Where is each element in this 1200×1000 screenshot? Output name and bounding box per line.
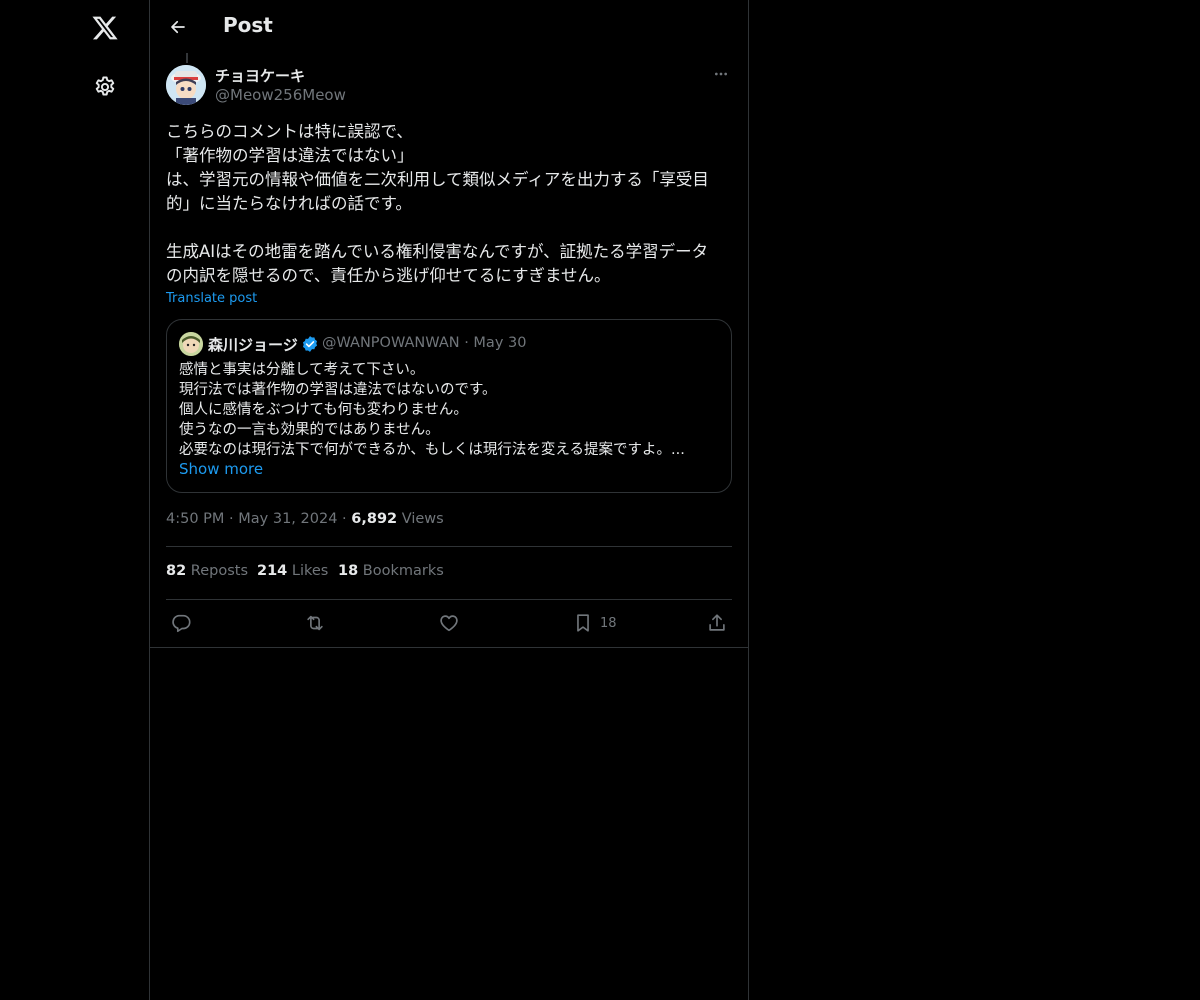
repost-icon — [307, 615, 323, 631]
author-handle[interactable]: @Meow256Meow — [215, 86, 346, 104]
quote-author-handle: @WANPOWANWAN — [322, 335, 460, 351]
avatar[interactable] — [166, 65, 206, 105]
share-icon — [709, 614, 725, 631]
bookmarks-stat[interactable]: 18 Bookmarks — [338, 563, 444, 579]
bookmarks-count: 18 — [338, 563, 359, 579]
x-logo-icon[interactable] — [81, 4, 129, 52]
likes-count: 214 — [257, 563, 288, 579]
quoted-post[interactable]: 森川ジョージ @WANPOWANWAN · May 30 感情と事実は分離して考… — [166, 319, 732, 493]
share-button[interactable] — [706, 610, 728, 636]
quote-text-line: 個人に感情をぶつけても何も変わりません。 — [179, 402, 468, 418]
bookmark-icon — [577, 614, 589, 632]
likes-stat[interactable]: 214 Likes — [257, 563, 328, 579]
reply-icon — [172, 614, 191, 633]
bookmarks-label: Bookmarks — [362, 563, 444, 579]
quote-text-line: 感情と事実は分離して考えて下さい。 — [179, 362, 425, 378]
views-label: Views — [401, 511, 444, 527]
bookmark-count: 18 — [600, 615, 617, 631]
post-text-line: の内訳を隠せるので、責任から逃げ仰せてるにすぎません。 — [166, 266, 611, 285]
reposts-count: 82 — [166, 563, 187, 579]
app-root: Post チョヨケーキ @Meow256Meow こちらのコメントは特に誤認で、… — [0, 0, 1200, 1000]
post-text-line: は、学習元の情報や価値を二次利用して類似メディアを出力する「享受目 — [166, 170, 709, 189]
page-title: Post — [223, 13, 273, 37]
quote-text-line: 使うなの一言も効果的ではありません。 — [179, 422, 440, 438]
post-text-line: 的」に当たらなければの話です。 — [166, 194, 412, 213]
translate-post-link[interactable]: Translate post — [166, 291, 257, 306]
gear-icon[interactable] — [81, 63, 129, 111]
likes-label: Likes — [291, 563, 329, 579]
back-button[interactable] — [162, 11, 194, 43]
reposts-stat[interactable]: 82 Reposts — [166, 563, 248, 579]
like-button[interactable] — [438, 610, 460, 636]
separator-dot: · — [342, 511, 352, 527]
post-text: こちらのコメントは特に誤認で、 「著作物の学習は違法ではない」 は、学習元の情報… — [166, 120, 732, 288]
left-nav — [0, 0, 149, 1000]
reposts-label: Reposts — [190, 563, 249, 579]
post-time[interactable]: 4:50 PM — [166, 511, 224, 527]
repost-button[interactable] — [304, 610, 326, 636]
quote-avatar — [179, 332, 203, 356]
action-bar: 18 — [166, 600, 732, 648]
arrow-left-icon — [171, 20, 185, 34]
quote-date: May 30 — [473, 335, 527, 351]
quote-text-line: 現行法では著作物の学習は違法ではないのです。 — [179, 382, 497, 398]
reply-button[interactable] — [170, 610, 192, 636]
thread-connector — [186, 53, 188, 63]
post-bottom-border — [150, 647, 748, 648]
post-text-line: 「著作物の学習は違法ではない」 — [166, 146, 414, 165]
post-text-line: 生成AIはその地雷を踏んでいる権利侵害なんですが、証拠たる学習データ — [166, 242, 709, 261]
more-options-icon[interactable] — [710, 63, 732, 85]
bookmark-button[interactable]: 18 — [572, 610, 617, 636]
verified-badge-icon — [301, 335, 319, 353]
heart-icon — [440, 615, 458, 632]
post-date[interactable]: May 31, 2024 — [238, 511, 337, 527]
quote-author-name: 森川ジョージ — [208, 336, 298, 354]
divider — [166, 546, 732, 547]
separator-dot: · — [229, 511, 239, 527]
show-more-link[interactable]: Show more — [179, 460, 263, 478]
quote-text: 感情と事実は分離して考えて下さい。 現行法では著作物の学習は違法ではないのです。… — [179, 360, 719, 460]
post-metadata: 4:50 PM · May 31, 2024 · 6,892 Views — [166, 511, 444, 527]
quote-text-line: 必要なのは現行法下で何ができるか、もしくは現行法を変える提案ですよ。... — [179, 442, 685, 458]
page-header: Post — [150, 0, 748, 53]
author-name[interactable]: チョヨケーキ — [215, 65, 305, 86]
main-column: Post チョヨケーキ @Meow256Meow こちらのコメントは特に誤認で、… — [149, 0, 749, 1000]
post-text-line: こちらのコメントは特に誤認で、 — [166, 122, 413, 141]
views-count: 6,892 — [351, 511, 398, 527]
quote-meta: @WANPOWANWAN · May 30 — [322, 335, 526, 351]
